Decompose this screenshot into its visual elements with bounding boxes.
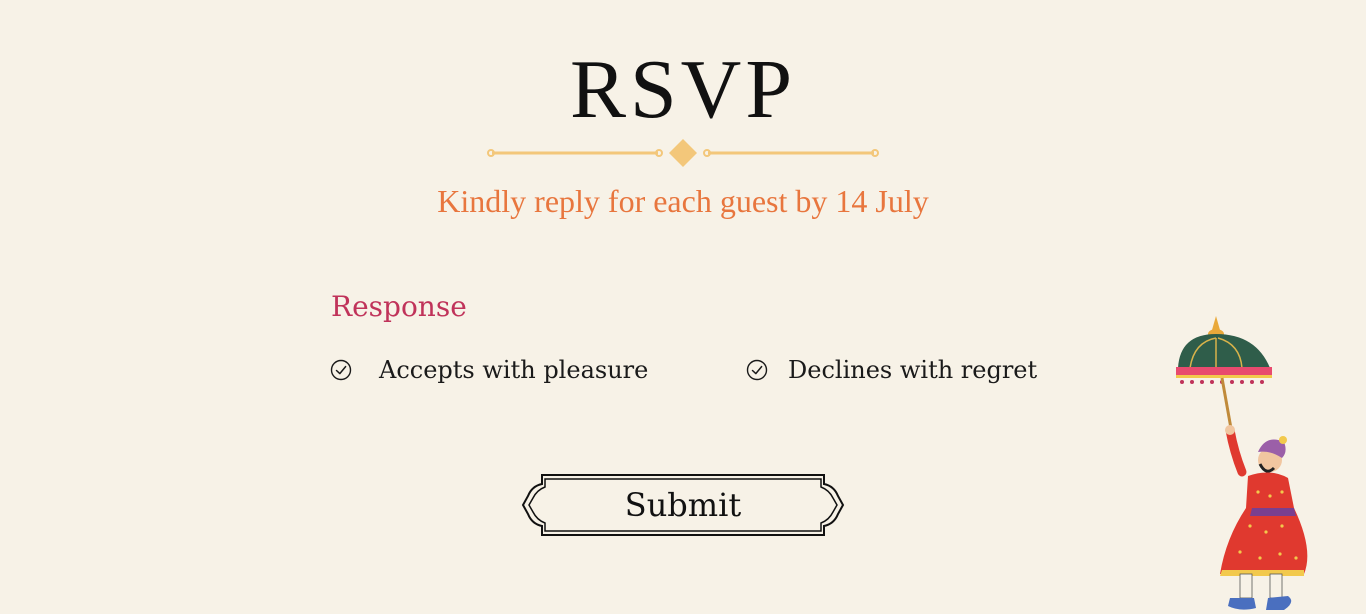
page-title: RSVP — [569, 43, 797, 136]
ornamental-divider — [487, 139, 879, 167]
royal-umbrella-bearer-illustration — [1176, 316, 1308, 610]
option-decline-label: Declines with regret — [788, 356, 1038, 384]
check-circle-icon[interactable] — [746, 359, 768, 381]
option-accept[interactable]: Accepts with pleasure — [330, 352, 648, 388]
submit-label: Submit — [624, 486, 742, 524]
option-accept-label: Accepts with pleasure — [379, 356, 649, 384]
page-subtitle: Kindly reply for each guest by 14 July — [437, 183, 929, 219]
check-circle-icon[interactable] — [330, 359, 352, 381]
option-decline[interactable]: Declines with regret — [746, 352, 1037, 388]
response-label: Response — [331, 290, 467, 323]
submit-button[interactable]: Submit — [520, 472, 846, 538]
